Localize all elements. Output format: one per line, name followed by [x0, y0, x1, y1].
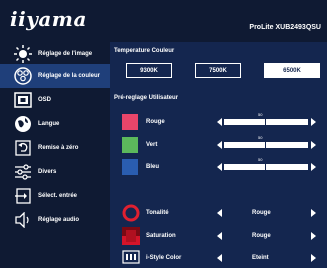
saturation-label: Saturation	[146, 233, 176, 239]
sidebar-item-misc[interactable]: Divers	[0, 160, 110, 184]
decrease-arrow-icon[interactable]	[217, 118, 222, 126]
osd-window: iiyama ProLite XUB2493QSU Réglage de l'i…	[0, 0, 327, 268]
sidebar-item-reset[interactable]: Remise à zéro	[0, 136, 110, 160]
user-preset-title: Pré-reglage Utilisateur	[114, 95, 179, 101]
decrease-arrow-icon[interactable]	[217, 209, 222, 217]
speaker-icon	[12, 211, 34, 229]
sidebar-item-label: Remise à zéro	[38, 145, 79, 151]
sidebar-item-label: Réglage de l'image	[38, 51, 93, 57]
sidebar-item-label: Divers	[38, 169, 57, 175]
red-gain-row: Rouge 50	[110, 110, 327, 134]
saturation-row[interactable]: Saturation Rouge	[110, 224, 327, 248]
green-gain-row: Vert 50	[110, 133, 327, 157]
red-value: 50	[258, 112, 263, 117]
sidebar-item-label: Sélect. entrée	[38, 193, 78, 199]
i-style-color-row[interactable]: i-Style Color Eteint	[110, 246, 327, 268]
increase-arrow-icon[interactable]	[311, 163, 316, 171]
red-slider[interactable]	[224, 119, 308, 125]
sidebar-item-language[interactable]: Langue	[0, 112, 110, 136]
blue-gain-row: Bleu 50	[110, 155, 327, 179]
hue-label: Tonalité	[146, 210, 169, 216]
temp-option-7500k[interactable]: 7500K	[195, 63, 241, 78]
sidebar-menu: Réglage de l'image Réglage de la couleur	[0, 42, 110, 268]
color-palette-icon	[12, 67, 34, 85]
green-swatch	[122, 137, 138, 153]
increase-arrow-icon[interactable]	[311, 118, 316, 126]
brightness-icon	[12, 45, 34, 63]
blue-label: Bleu	[146, 164, 160, 170]
saturation-value: Rouge	[252, 233, 271, 239]
decrease-arrow-icon[interactable]	[217, 163, 222, 171]
globe-icon	[12, 115, 34, 133]
sidebar-item-label: Réglage de la couleur	[38, 73, 101, 79]
input-select-icon	[12, 187, 34, 205]
slider-handle[interactable]	[265, 163, 266, 171]
green-value: 50	[258, 135, 263, 140]
header: iiyama ProLite XUB2493QSU	[0, 0, 327, 42]
i-style-color-value: Eteint	[252, 255, 269, 261]
temp-option-9300k[interactable]: 9300K	[126, 63, 172, 78]
increase-arrow-icon[interactable]	[311, 254, 316, 262]
i-style-icon	[122, 249, 140, 267]
osd-icon	[12, 91, 34, 109]
red-label: Rouge	[146, 119, 165, 125]
hue-value: Rouge	[252, 210, 271, 216]
sidebar-item-input-select[interactable]: Sélect. entrée	[0, 184, 110, 208]
model-name: ProLite XUB2493QSU	[249, 24, 321, 31]
color-temperature-title: Temperature Couleur	[114, 48, 175, 54]
increase-arrow-icon[interactable]	[311, 141, 316, 149]
green-label: Vert	[146, 142, 158, 148]
sidebar-item-image-adjust[interactable]: Réglage de l'image	[0, 42, 110, 66]
hue-row[interactable]: Tonalité Rouge	[110, 201, 327, 225]
sidebar-item-color-adjust[interactable]: Réglage de la couleur	[0, 64, 110, 88]
slider-handle[interactable]	[265, 141, 266, 149]
decrease-arrow-icon[interactable]	[217, 232, 222, 240]
red-swatch	[122, 114, 138, 130]
sidebar-item-osd[interactable]: OSD	[0, 88, 110, 112]
blue-slider[interactable]	[224, 164, 308, 170]
blue-value: 50	[258, 157, 263, 162]
increase-arrow-icon[interactable]	[311, 209, 316, 217]
increase-arrow-icon[interactable]	[311, 232, 316, 240]
sidebar-item-label: Langue	[38, 121, 60, 127]
i-style-color-label: i-Style Color	[146, 255, 182, 261]
green-slider[interactable]	[224, 142, 308, 148]
slider-handle[interactable]	[265, 118, 266, 126]
decrease-arrow-icon[interactable]	[217, 141, 222, 149]
sidebar-item-label: OSD	[38, 97, 52, 103]
blue-swatch	[122, 159, 138, 175]
hue-ring-icon	[122, 204, 140, 222]
sidebar-item-label: Réglage audio	[38, 217, 80, 223]
saturation-icon	[122, 227, 140, 245]
sidebar-item-audio[interactable]: Réglage audio	[0, 208, 110, 232]
decrease-arrow-icon[interactable]	[217, 254, 222, 262]
brand-logo: iiyama	[10, 7, 87, 31]
temp-option-6500k[interactable]: 6500K	[264, 63, 320, 78]
reset-icon	[12, 139, 34, 157]
sliders-icon	[12, 163, 34, 181]
